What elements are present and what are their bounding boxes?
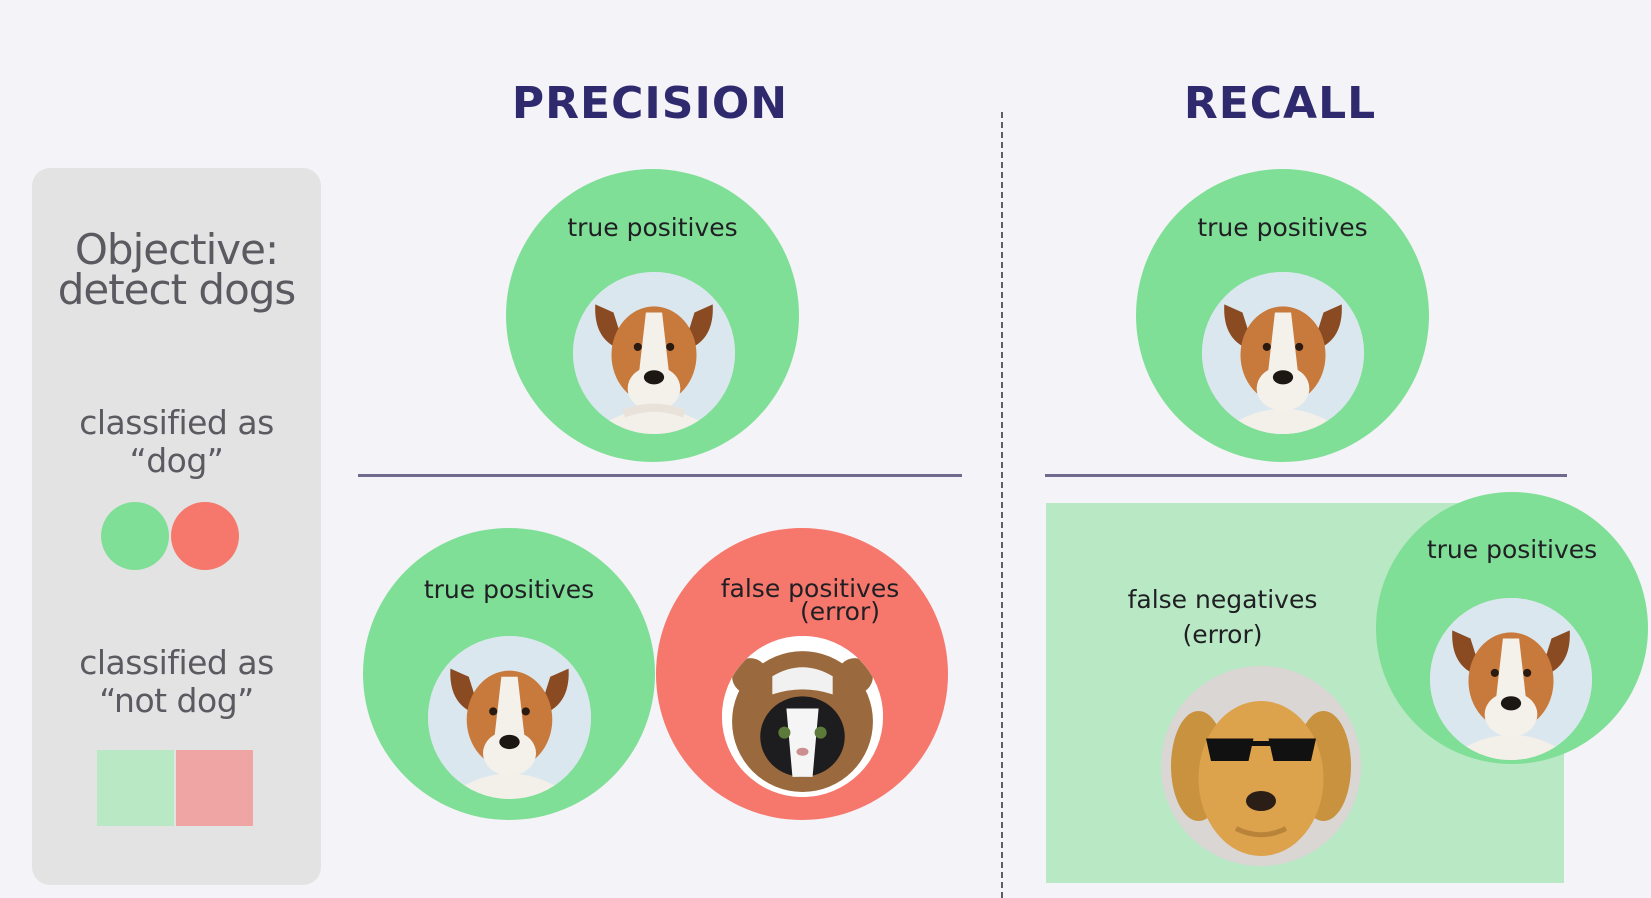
precision-fraction-line: [358, 474, 962, 477]
precision-fp-label-line-2: (error): [799, 597, 881, 626]
dog-photo: [428, 636, 591, 799]
classified-notdog-line-1: classified as: [79, 643, 274, 682]
dog-face-icon: [573, 272, 735, 434]
dog-face-icon: [428, 636, 591, 799]
cat-in-costume-photo: [722, 636, 883, 797]
legend-light-green-square: [97, 750, 174, 826]
dog-photo: [1202, 272, 1364, 434]
objective-line-1: Objective:: [74, 225, 279, 274]
precision-heading: PRECISION: [511, 78, 789, 129]
cat-face-icon: [722, 636, 883, 797]
precision-bottom-tp-label: true positives: [423, 575, 595, 604]
dog-photo: [1430, 598, 1592, 760]
recall-fraction-line: [1045, 474, 1567, 477]
golden-retriever-photo: [1161, 666, 1361, 866]
dog-photo: [573, 272, 735, 434]
recall-heading: RECALL: [1183, 78, 1377, 129]
precision-tp-label: true positives: [567, 213, 738, 242]
recall-fn-label-line-1: false negatives: [1127, 585, 1318, 614]
legend-panel: Objective: detect dogs classified as “do…: [32, 168, 321, 885]
section-divider: [1001, 112, 1003, 898]
classified-dog-line-2: “dog”: [129, 441, 224, 480]
dog-face-icon: [1202, 272, 1364, 434]
recall-fn-label-line-2: (error): [1182, 620, 1263, 649]
legend-light-red-square: [176, 750, 253, 826]
legend-green-circle: [101, 502, 169, 570]
legend-red-circle: [171, 502, 239, 570]
recall-tp-label: true positives: [1197, 213, 1368, 242]
recall-bottom-tp-label: true positives: [1426, 535, 1598, 564]
objective-line-2: detect dogs: [57, 265, 297, 314]
dog-sunglasses-icon: [1161, 666, 1361, 866]
dog-face-icon: [1430, 598, 1592, 760]
classified-notdog-line-2: “not dog”: [99, 681, 254, 720]
classified-dog-line-1: classified as: [79, 403, 274, 442]
